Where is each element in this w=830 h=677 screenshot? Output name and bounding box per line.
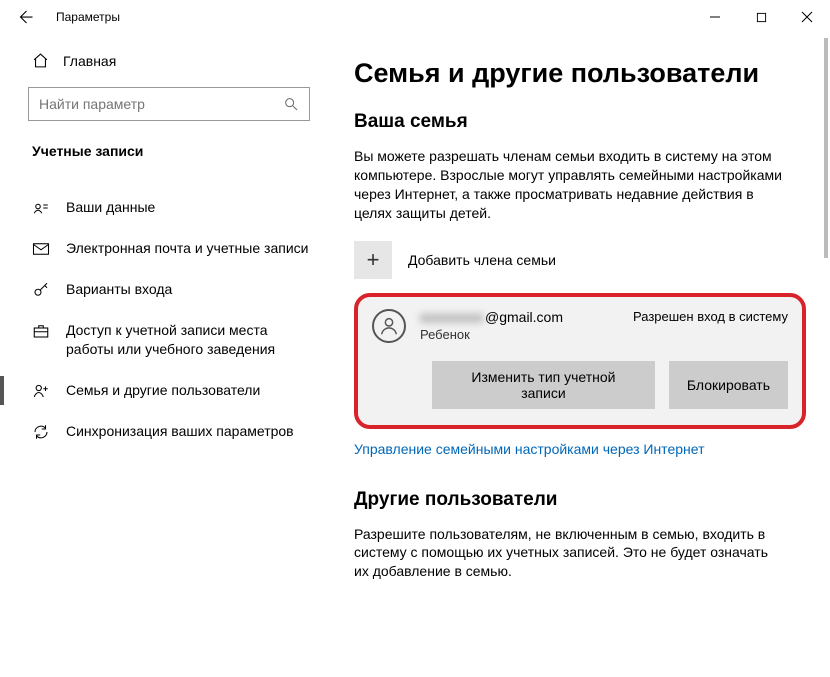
mail-icon [32,240,50,258]
sidebar-item-sync[interactable]: Синхронизация ваших параметров [0,411,330,452]
member-role: Ребенок [420,327,788,342]
search-input[interactable] [39,96,283,112]
sidebar-nav: Ваши данные Электронная почта и учетные … [0,187,330,452]
sidebar-item-label: Ваши данные [66,198,155,217]
home-icon [32,52,49,69]
avatar-icon [372,309,406,343]
back-button[interactable] [8,0,42,34]
member-email: xxxxxxxxx@gmail.com [420,309,563,325]
key-icon [32,281,50,299]
add-family-member[interactable]: + Добавить члена семьи [354,241,806,279]
sidebar-item-your-info[interactable]: Ваши данные [0,187,330,228]
search-box[interactable] [28,87,310,121]
maximize-button[interactable] [738,0,784,34]
close-button[interactable] [784,0,830,34]
sidebar-item-label: Варианты входа [66,280,172,299]
main-panel: Семья и другие пользователи Ваша семья В… [330,34,830,677]
person-card-icon [32,199,50,217]
plus-icon: + [354,241,392,279]
family-heading: Ваша семья [354,111,806,133]
briefcase-icon [32,322,50,340]
sidebar-item-signin[interactable]: Варианты входа [0,269,330,310]
sidebar-item-label: Семья и другие пользователи [66,381,260,400]
people-plus-icon [32,382,50,400]
change-account-type-button[interactable]: Изменить тип учетной записи [432,361,655,409]
window-controls [692,0,830,34]
add-member-label: Добавить члена семьи [408,252,556,268]
sidebar: Главная Учетные записи Ваши данные [0,34,330,677]
member-status: Разрешен вход в систему [633,309,788,324]
sidebar-item-label: Синхронизация ваших параметров [66,422,294,441]
manage-family-link[interactable]: Управление семейными настройками через И… [354,441,806,457]
family-description: Вы можете разрешать членам семьи входить… [354,147,784,223]
page-title: Семья и другие пользователи [354,58,806,89]
sidebar-item-work[interactable]: Доступ к учетной записи места работы или… [0,310,330,370]
family-member-highlighted: xxxxxxxxx@gmail.com Разрешен вход в сист… [354,293,806,429]
block-button[interactable]: Блокировать [669,361,788,409]
titlebar: Параметры [0,0,830,34]
window-title: Параметры [56,10,120,24]
other-users-description: Разрешите пользователям, не включенным в… [354,525,784,582]
search-icon [283,96,299,112]
sidebar-item-family[interactable]: Семья и другие пользователи [0,370,330,411]
scrollbar[interactable] [824,38,828,258]
sidebar-item-label: Электронная почта и учетные записи [66,239,308,258]
minimize-button[interactable] [692,0,738,34]
family-member-row[interactable]: xxxxxxxxx@gmail.com Разрешен вход в сист… [372,309,788,343]
home-nav[interactable]: Главная [28,44,310,77]
sync-icon [32,423,50,441]
sidebar-item-label: Доступ к учетной записи места работы или… [66,321,314,359]
sidebar-item-email[interactable]: Электронная почта и учетные записи [0,228,330,269]
sidebar-section-title: Учетные записи [28,143,310,159]
home-label: Главная [63,53,116,69]
other-users-heading: Другие пользователи [354,489,806,511]
